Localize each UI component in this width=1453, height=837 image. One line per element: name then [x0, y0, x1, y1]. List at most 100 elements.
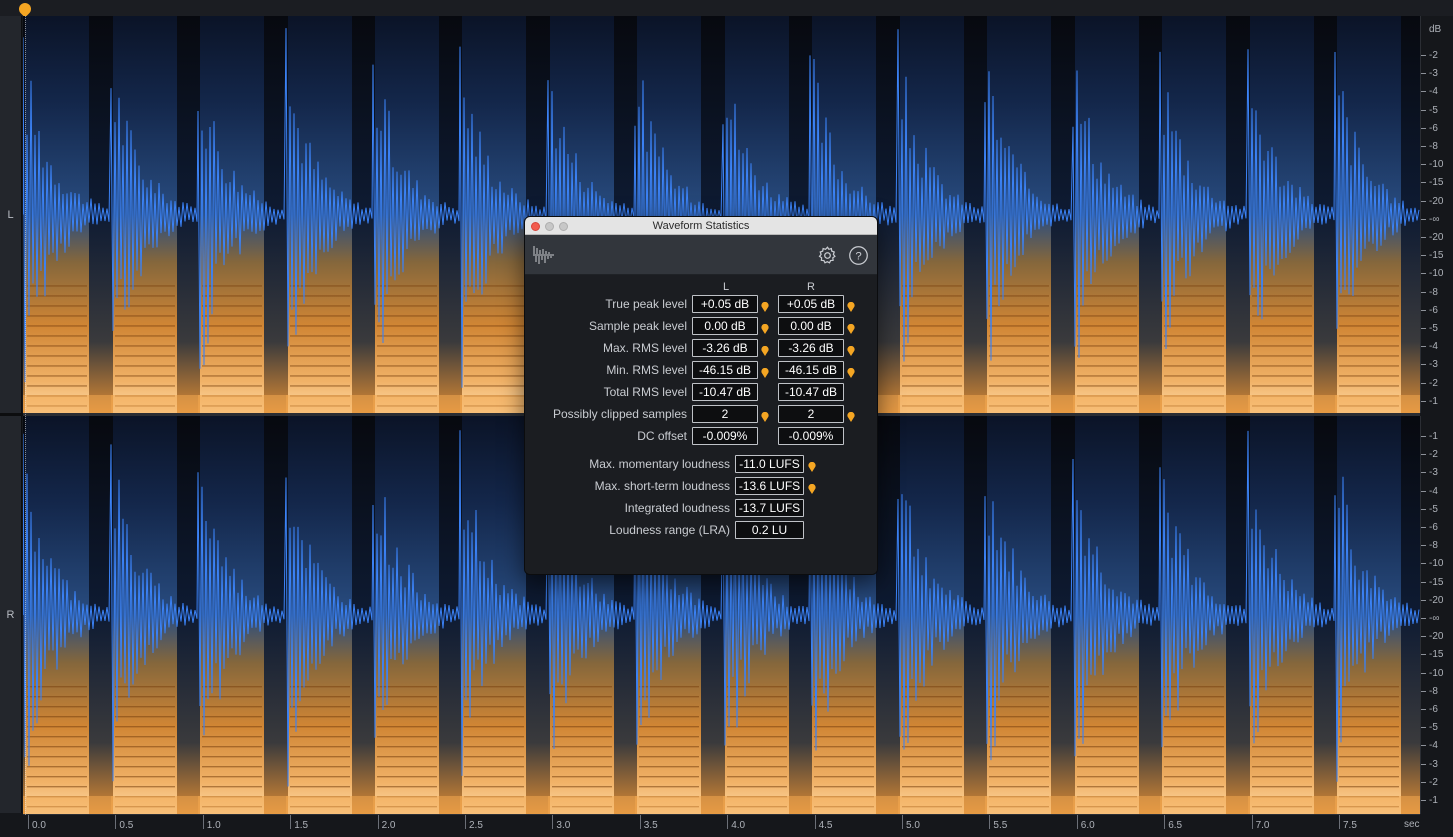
- ruler-tick-label: 6.5: [1168, 820, 1183, 831]
- loudness-label: Integrated loudness: [624, 501, 730, 515]
- db-scale-left[interactable]: dB -2 -3 -4 -5 -6 -8 -10 -15 -20 -∞ -20 -15 -10 -8 -6 -…: [1420, 16, 1453, 413]
- db-tick: -4: [1421, 486, 1453, 498]
- loudness-value[interactable]: -13.7 LUFS: [735, 499, 804, 517]
- marker-bar[interactable]: [0, 0, 1453, 18]
- db-tick: -6: [1421, 704, 1453, 716]
- channel-label-left[interactable]: L: [0, 16, 22, 413]
- location-pin-icon[interactable]: [761, 343, 769, 356]
- db-tick: -15: [1421, 250, 1453, 262]
- ruler-tick-label: 6.0: [1080, 820, 1095, 831]
- stat-label: Sample peak level: [588, 319, 687, 333]
- db-tick: -∞: [1421, 613, 1453, 625]
- db-tick: -20: [1421, 595, 1453, 607]
- corner-block: [0, 813, 23, 837]
- db-tick-label: -15: [1429, 576, 1444, 588]
- svg-text:?: ?: [855, 250, 861, 262]
- location-pin-icon[interactable]: [761, 409, 769, 422]
- location-pin-icon[interactable]: [847, 409, 855, 422]
- location-pin-icon[interactable]: [761, 365, 769, 378]
- location-pin-icon[interactable]: [808, 459, 816, 472]
- db-tick-label: -5: [1429, 104, 1438, 116]
- low-frequency-band: [898, 796, 988, 814]
- db-tick-label: -8: [1429, 141, 1438, 152]
- stat-value-left[interactable]: -46.15 dB: [692, 361, 758, 379]
- db-tick-label: -10: [1429, 268, 1444, 280]
- zoom-window-button[interactable]: [559, 222, 568, 231]
- gear-icon[interactable]: [817, 245, 838, 271]
- stat-value-right[interactable]: -10.47 dB: [778, 383, 844, 401]
- stat-label: DC offset: [637, 429, 687, 443]
- channel-label-right[interactable]: R: [0, 416, 22, 814]
- db-tick: -15: [1421, 577, 1453, 589]
- minimize-window-button[interactable]: [545, 222, 554, 231]
- db-tick: -8: [1421, 287, 1453, 299]
- stat-value-right[interactable]: -3.26 dB: [778, 339, 844, 357]
- dialog-titlebar[interactable]: Waveform Statistics: [525, 217, 877, 235]
- db-tick: -5: [1421, 105, 1453, 117]
- stat-value-right[interactable]: 2: [778, 405, 844, 423]
- db-tick-label: -2: [1429, 50, 1438, 61]
- db-tick: -4: [1421, 86, 1453, 98]
- location-pin-icon[interactable]: [808, 481, 816, 494]
- db-tick: -1: [1421, 396, 1453, 408]
- stat-value-left[interactable]: +0.05 dB: [692, 295, 758, 313]
- loudness-label: Max. short-term loudness: [594, 479, 730, 493]
- db-tick: -6: [1421, 305, 1453, 317]
- location-pin-icon[interactable]: [847, 321, 855, 334]
- location-pin-icon[interactable]: [761, 321, 769, 334]
- db-tick-label: -4: [1429, 740, 1438, 752]
- stat-value-right[interactable]: +0.05 dB: [778, 295, 844, 313]
- low-frequency-band: [1073, 796, 1163, 814]
- stat-label: True peak level: [605, 297, 687, 311]
- spectrogram-burst: [462, 16, 526, 413]
- ruler-tick-label: 5.5: [993, 820, 1008, 831]
- low-frequency-band: [1248, 796, 1338, 814]
- loudness-label: Max. momentary loudness: [589, 457, 730, 471]
- stat-value-left[interactable]: 2: [692, 405, 758, 423]
- db-tick-label: -∞: [1429, 213, 1440, 225]
- loudness-value[interactable]: -11.0 LUFS: [735, 455, 804, 473]
- db-tick-label: -3: [1429, 467, 1438, 479]
- db-tick-label: -3: [1429, 68, 1438, 80]
- playhead-marker-icon[interactable]: [16, 0, 34, 18]
- stat-value-right[interactable]: -0.009%: [778, 427, 844, 445]
- low-frequency-band: [1335, 395, 1420, 413]
- location-pin-icon[interactable]: [761, 299, 769, 312]
- db-tick: -8: [1421, 141, 1453, 153]
- loudness-value[interactable]: 0.2 LU: [735, 521, 804, 539]
- stat-value-right[interactable]: 0.00 dB: [778, 317, 844, 335]
- channel-right-text: R: [6, 609, 15, 621]
- stat-row: Sample peak level 0.00 dB 0.00 dB: [525, 317, 877, 335]
- stat-value-left[interactable]: -10.47 dB: [692, 383, 758, 401]
- db-tick-label: -20: [1429, 195, 1444, 207]
- stat-label: Max. RMS level: [602, 341, 687, 355]
- playhead-line: [25, 16, 26, 815]
- loudness-value[interactable]: -13.6 LUFS: [735, 477, 804, 495]
- spectrogram-burst: [900, 416, 964, 814]
- location-pin-icon[interactable]: [847, 299, 855, 312]
- db-tick: -10: [1421, 558, 1453, 570]
- db-tick-label: -5: [1429, 503, 1438, 515]
- db-tick-label: -1: [1429, 795, 1438, 806]
- ruler-tick-label: 1.5: [294, 820, 309, 831]
- stat-value-left[interactable]: -3.26 dB: [692, 339, 758, 357]
- spectrogram-burst: [200, 416, 264, 814]
- spectrogram-burst: [1075, 16, 1139, 413]
- db-scale-right[interactable]: -1 -2 -3 -4 -5 -6 -8 -10 -15 -20 -∞ -20 -15 -10 -8 -6 -5…: [1420, 416, 1453, 814]
- stat-value-left[interactable]: -0.009%: [692, 427, 758, 445]
- stat-label: Total RMS level: [603, 385, 687, 399]
- stat-row: DC offset -0.009% -0.009%: [525, 427, 877, 445]
- ruler-tick-label: 4.0: [731, 820, 746, 831]
- location-pin-icon[interactable]: [847, 365, 855, 378]
- db-tick-label: -2: [1429, 776, 1438, 788]
- time-ruler[interactable]: 0.0 0.5 1.0 1.5 2.0 2.5 3.0 3.5 4.0 4.5 5.0 5.5 6.0 6…: [23, 814, 1420, 837]
- db-tick-label: -20: [1429, 232, 1444, 243]
- statistics-table: L R True peak level +0.05 dB +0.05 dB Sampl…: [525, 275, 877, 574]
- stat-value-right[interactable]: -46.15 dB: [778, 361, 844, 379]
- stat-value-left[interactable]: 0.00 dB: [692, 317, 758, 335]
- help-icon[interactable]: ?: [848, 245, 869, 271]
- ruler-tick-label: 0.5: [119, 820, 134, 831]
- close-window-button[interactable]: [531, 222, 540, 231]
- location-pin-icon[interactable]: [847, 343, 855, 356]
- ruler-tick-label: 7.0: [1255, 820, 1270, 831]
